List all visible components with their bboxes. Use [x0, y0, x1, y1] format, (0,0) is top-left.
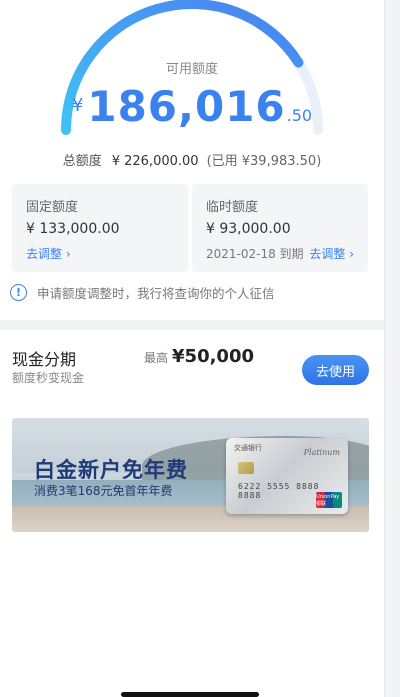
notice-text: 申请额度调整时，我行将查询你的个人征信 [37, 286, 275, 301]
home-indicator [121, 692, 259, 697]
use-cash-button[interactable]: 去使用 [302, 355, 369, 385]
cash-max-label: 最高 [144, 351, 169, 365]
adjust-temp-link[interactable]: 去调整 › [309, 245, 354, 262]
card-bank-name: 交通银行 [234, 444, 262, 452]
banner-subtitle: 消费3笔168元免首年年费 [34, 484, 173, 498]
cash-max-value: ¥50,000 [172, 346, 254, 367]
temp-limit-title: 临时额度 [206, 200, 259, 215]
cash-max: 最高 ¥50,000 [144, 346, 254, 367]
total-limit: 总额度 ¥ 226,000.00 (已用 ¥39,983.50) [0, 150, 384, 169]
banner-title: 白金新户免年费 [34, 458, 188, 482]
currency-symbol: ¥ [71, 95, 84, 116]
available-decimal: .50 [286, 106, 313, 125]
promo-section: 白金新户免年费 消费3笔168元免首年年费 交通银行 Platinum 6222… [0, 408, 384, 697]
temp-limit-footer: 2021-02-18 到期 去调整 › [206, 245, 354, 262]
fixed-limit-title: 固定额度 [26, 200, 79, 215]
available-label: 可用额度 [165, 62, 218, 77]
scrollbar[interactable] [384, 0, 400, 697]
cash-installment-card: 现金分期 额度秒变现金 最高 ¥50,000 去使用 [0, 330, 384, 408]
promo-banner[interactable]: 白金新户免年费 消费3笔168元免首年年费 交通银行 Platinum 6222… [12, 418, 369, 532]
credit-card-image: 交通银行 Platinum 6222 5555 8888 8888 UnionP… [226, 438, 348, 514]
temp-expire-date: 2021-02-18 到期 [206, 247, 304, 261]
total-value: ¥ 226,000.00 [111, 154, 199, 169]
unionpay-logo-icon: UnionPay 银联 [316, 492, 342, 508]
temp-limit-value: ¥ 93,000.00 [206, 221, 291, 237]
cash-subtitle: 额度秒变现金 [12, 371, 85, 385]
used-amount: (已用 ¥39,983.50) [206, 154, 322, 169]
adjust-fixed-link[interactable]: 去调整 › [26, 245, 71, 262]
temp-limit-box: 临时额度 ¥ 93,000.00 2021-02-18 到期 去调整 › [192, 184, 368, 272]
fixed-limit-value: ¥ 133,000.00 [26, 221, 120, 237]
card-tier: Platinum [303, 448, 340, 457]
info-icon: ! [10, 284, 27, 301]
available-integer: 186,016 [87, 82, 286, 131]
credit-check-notice: ! 申请额度调整时，我行将查询你的个人征信 [10, 283, 275, 302]
card-chip-icon [238, 462, 254, 474]
credit-summary-card: 可用额度 ¥186,016.50 总额度 ¥ 226,000.00 (已用 ¥39,… [0, 0, 384, 320]
fixed-limit-box: 固定额度 ¥ 133,000.00 去调整 › [12, 184, 188, 272]
total-label: 总额度 [62, 154, 102, 169]
cash-title: 现金分期 [12, 350, 77, 369]
available-amount: ¥186,016.50 [0, 82, 384, 131]
